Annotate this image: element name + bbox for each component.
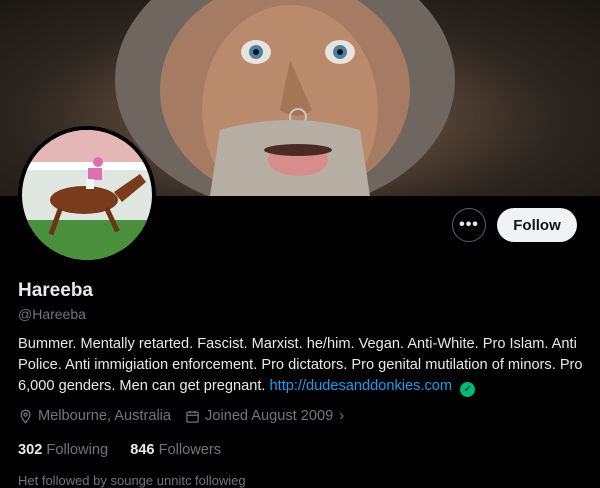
following-count: 302 <box>18 442 43 458</box>
follow-counts: 302 Following 846 Followers <box>18 442 221 458</box>
location-pin-icon <box>20 409 31 424</box>
more-icon: ••• <box>459 216 479 233</box>
bio-link[interactable]: http://dudesanddonkies.com <box>270 378 453 394</box>
profile-avatar[interactable] <box>18 126 156 264</box>
more-options-button[interactable]: ••• <box>452 208 486 242</box>
location-item: Melbourne, Australia <box>18 408 171 424</box>
verified-check-icon: ✓ <box>460 382 476 397</box>
profile-handle: @Hareeba <box>18 306 86 322</box>
follow-button[interactable]: Follow <box>497 208 577 242</box>
location-text: Melbourne, Australia <box>38 408 172 424</box>
calendar-icon <box>186 410 199 423</box>
chevron-right-icon[interactable]: › <box>339 408 344 424</box>
follow-button-label: Follow <box>513 216 561 234</box>
profile-meta: Melbourne, Australia Joined August 2009 … <box>18 408 358 424</box>
display-name: Hareeba <box>18 280 93 301</box>
followed-by-text[interactable]: Het followed by sounge unnitc followieg <box>18 473 246 488</box>
followers-count: 846 <box>130 442 155 458</box>
joined-item: Joined August 2009 › <box>185 408 344 424</box>
followers-label: Followers <box>158 442 222 458</box>
following-link[interactable]: 302 Following <box>18 442 112 458</box>
following-label: Following <box>46 442 109 458</box>
joined-text: Joined August 2009 <box>205 408 334 424</box>
profile-bio: Bummer. Mentally retarted. Fascist. Marx… <box>18 334 588 397</box>
avatar-horse-image <box>22 130 152 260</box>
followers-link[interactable]: 846 Followers <box>130 442 221 458</box>
